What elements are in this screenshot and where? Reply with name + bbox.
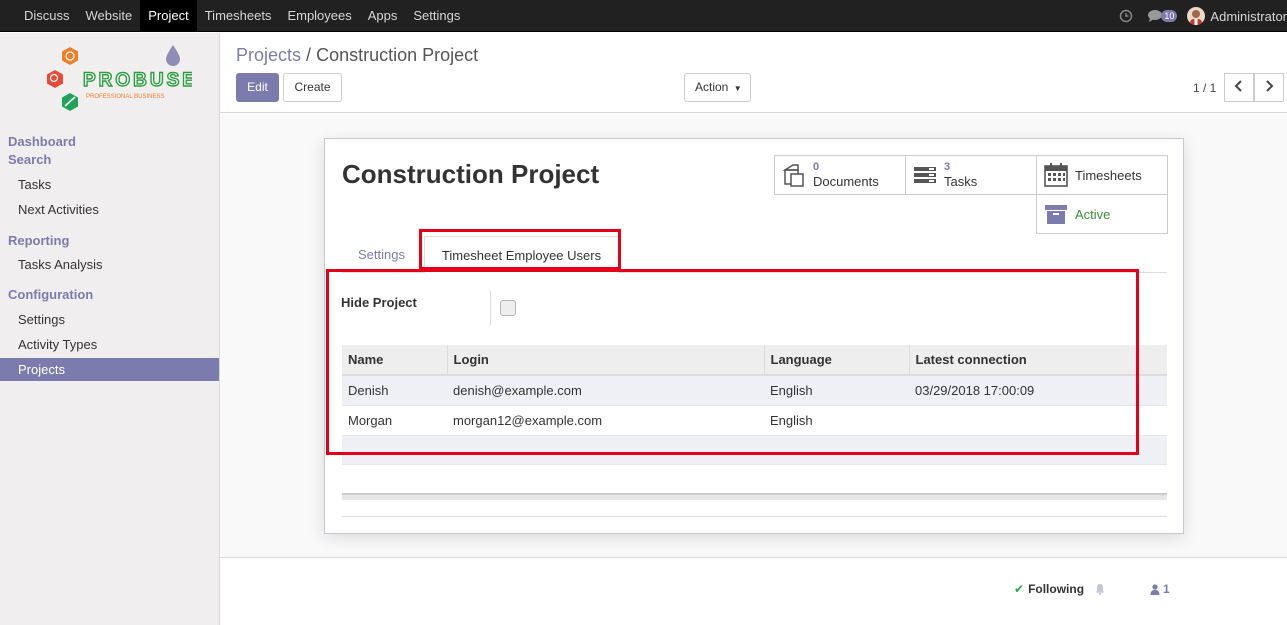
svg-text:PROBUSE: PROBUSE [83, 70, 192, 91]
control-panel: Projects / Construction Project Edit Cre… [220, 33, 1287, 113]
sidebar-item-tasks-analysis[interactable]: Tasks Analysis [0, 253, 219, 276]
breadcrumb-projects[interactable]: Projects [236, 45, 301, 65]
edit-button[interactable]: Edit [236, 73, 279, 102]
user-name: Administrator [1210, 8, 1287, 24]
tasks-icon [914, 167, 936, 183]
highlight-box-content [326, 269, 1139, 455]
sidebar-item-next-activities[interactable]: Next Activities [0, 198, 219, 221]
tasks-count: 3 [944, 161, 951, 173]
chatter: ✔ Following 1 [220, 559, 1287, 625]
chevron-left-icon [1234, 80, 1242, 92]
menu-project[interactable]: Project [140, 0, 197, 32]
clock-icon[interactable] [1119, 9, 1133, 23]
company-logo: PROBUSE PROFESSIONAL BUSINESS [42, 43, 196, 123]
sidebar-item-tasks[interactable]: Tasks [0, 173, 219, 196]
menu-settings[interactable]: Settings [405, 0, 468, 32]
tab-settings[interactable]: Settings [342, 236, 421, 273]
archive-icon [1045, 205, 1067, 224]
timesheets-smart-button[interactable]: Timesheets [1036, 155, 1168, 195]
highlight-box-tab [419, 229, 621, 270]
user-icon [1150, 583, 1160, 595]
top-navbar: Discuss Website Project Timesheets Emplo… [0, 0, 1287, 32]
following-label: Following [1028, 582, 1085, 596]
action-label: Action [695, 80, 729, 94]
sidebar-section-configuration[interactable]: Configuration [8, 287, 93, 302]
caret-down-icon: ▼ [733, 84, 742, 93]
documents-count: 0 [813, 161, 820, 173]
action-dropdown[interactable]: Action ▼ [684, 73, 751, 102]
documents-label: Documents [813, 174, 879, 189]
pager-previous-button[interactable] [1224, 73, 1254, 102]
user-menu[interactable]: Administrator [1187, 7, 1287, 25]
active-toggle-button[interactable]: Active [1036, 194, 1168, 234]
menu-website[interactable]: Website [78, 0, 141, 32]
menu-discuss[interactable]: Discuss [16, 0, 78, 32]
project-title: Construction Project [342, 159, 600, 189]
menu-apps[interactable]: Apps [360, 0, 406, 32]
sidebar-item-settings[interactable]: Settings [0, 308, 219, 331]
active-label: Active [1075, 206, 1111, 222]
create-button[interactable]: Create [283, 73, 342, 102]
messages-button[interactable]: 10 [1147, 9, 1178, 23]
documents-icon [782, 164, 804, 187]
tasks-smart-button[interactable]: 3 Tasks [905, 155, 1037, 195]
breadcrumb: Projects / Construction Project [236, 45, 478, 66]
systray: 10 Administrator [1119, 0, 1287, 32]
svg-text:PROFESSIONAL BUSINESS: PROFESSIONAL BUSINESS [86, 94, 164, 100]
following-button[interactable]: ✔ Following [1014, 582, 1084, 596]
sidebar-section-reporting[interactable]: Reporting [8, 233, 69, 248]
pager-next-button[interactable] [1254, 73, 1284, 102]
chevron-right-icon [1266, 80, 1274, 92]
breadcrumb-separator: / [306, 45, 312, 65]
tasks-label: Tasks [944, 174, 978, 189]
bell-icon[interactable] [1094, 583, 1106, 595]
pager-value[interactable]: 1 / 1 [1193, 81, 1216, 95]
sidebar-item-activity-types[interactable]: Activity Types [0, 333, 219, 356]
table-footer-bar [342, 493, 1167, 500]
menu-employees[interactable]: Employees [279, 0, 359, 32]
followers-count: 1 [1163, 582, 1170, 596]
breadcrumb-current: Construction Project [316, 45, 479, 65]
menu-timesheets[interactable]: Timesheets [197, 0, 280, 32]
timesheets-label: Timesheets [1075, 167, 1142, 183]
sidebar: PROBUSE PROFESSIONAL BUSINESS Dashboard … [0, 33, 220, 625]
calendar-icon [1044, 163, 1068, 187]
main-menu: Discuss Website Project Timesheets Emplo… [16, 0, 468, 32]
check-icon: ✔ [1014, 582, 1025, 596]
avatar [1187, 7, 1206, 25]
documents-smart-button[interactable]: 0 Documents [774, 155, 906, 195]
sidebar-item-projects[interactable]: Projects [0, 358, 219, 381]
message-count-badge: 10 [1161, 10, 1178, 22]
sidebar-section-search[interactable]: Search [8, 152, 51, 167]
followers-button[interactable]: 1 [1150, 582, 1170, 596]
section-divider [342, 516, 1167, 517]
sidebar-section-dashboard[interactable]: Dashboard [8, 134, 76, 149]
